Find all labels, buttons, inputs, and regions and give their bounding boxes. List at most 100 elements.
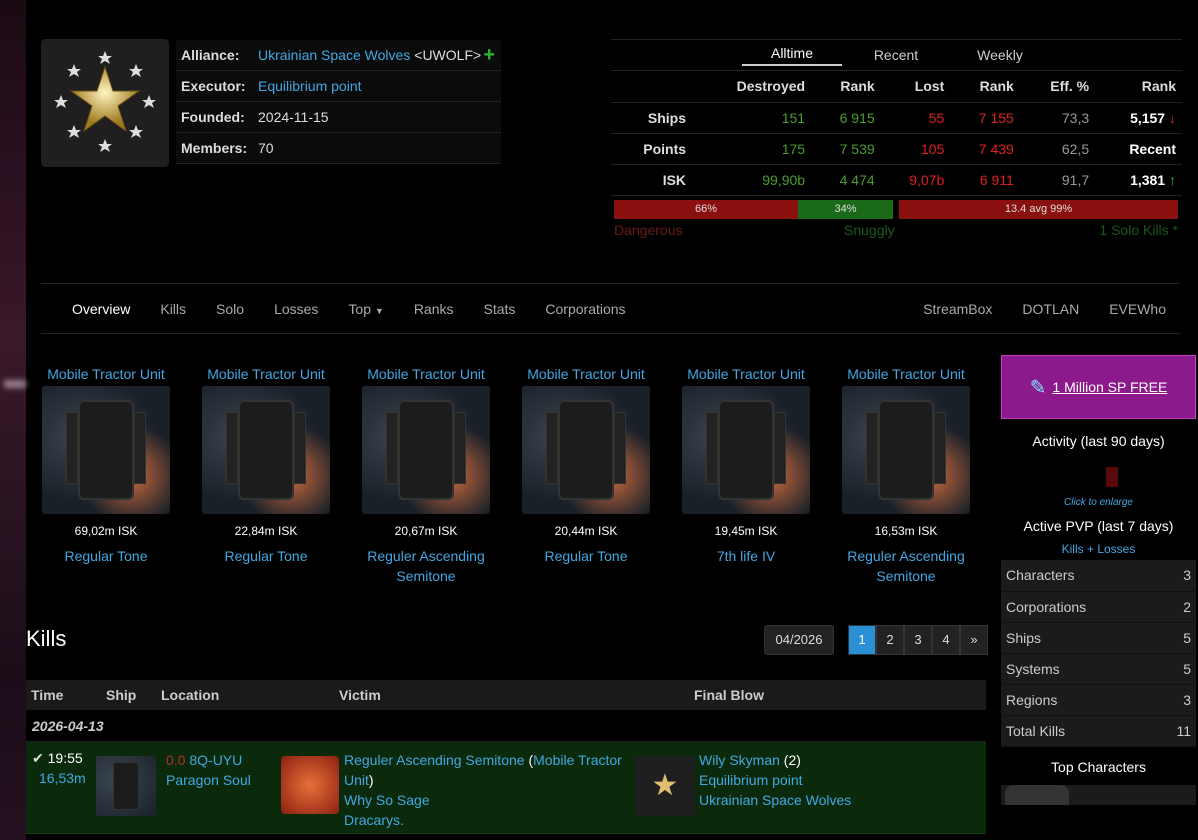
- nav-ranks[interactable]: Ranks: [414, 301, 454, 317]
- tab-alltime[interactable]: Alltime: [742, 45, 842, 66]
- stat-cell: 6 915: [811, 102, 881, 134]
- item-image[interactable]: [682, 386, 810, 514]
- tab-recent[interactable]: Recent: [846, 47, 946, 63]
- item-title[interactable]: Mobile Tractor Unit: [506, 366, 666, 386]
- top-item[interactable]: Mobile Tractor Unit 19,45m ISK 7th life IV: [666, 366, 826, 566]
- enlarge-link[interactable]: Click to enlarge: [1001, 497, 1196, 508]
- pvp-value: 11: [1154, 715, 1196, 747]
- nav-dotlan[interactable]: DOTLAN: [1022, 301, 1079, 317]
- page-1[interactable]: 1: [848, 625, 876, 655]
- item-title[interactable]: Mobile Tractor Unit: [26, 366, 186, 386]
- nav-stats[interactable]: Stats: [484, 301, 516, 317]
- stat-cell: 5,157: [1130, 109, 1166, 126]
- tab-weekly[interactable]: Weekly: [950, 47, 1050, 63]
- victim-link[interactable]: Reguler Ascending Semitone: [344, 752, 525, 768]
- top-item[interactable]: Mobile Tractor Unit 20,44m ISK Regular Ton…: [506, 366, 666, 566]
- pvp-key: Regions: [1001, 684, 1155, 716]
- ship-image[interactable]: [96, 756, 156, 816]
- pvp-value: 5: [1154, 653, 1196, 685]
- finalblow-link[interactable]: Wily Skyman: [699, 752, 780, 768]
- avatar[interactable]: [1005, 784, 1069, 805]
- page-3[interactable]: 3: [904, 625, 932, 655]
- members-value: 70: [258, 140, 274, 156]
- system-link[interactable]: 8Q-UYU: [189, 752, 242, 768]
- alliance-logo-small[interactable]: ★: [635, 756, 695, 816]
- item-pilot[interactable]: Reguler Ascending Semitone: [346, 546, 506, 586]
- promo-link[interactable]: 1 Million SP FREE: [1052, 379, 1167, 395]
- top-item[interactable]: Mobile Tractor Unit 16,53m ISK Reguler Asc…: [826, 366, 986, 586]
- item-pilot[interactable]: 7th life IV: [666, 546, 826, 566]
- kills-losses-label: Kills + Losses: [1061, 542, 1136, 556]
- nav-kills[interactable]: Kills: [160, 301, 186, 317]
- stats-table: Destroyed Rank Lost Rank Eff. % Rank Ships 151…: [611, 71, 1182, 196]
- security-status: 0.0: [166, 752, 186, 768]
- promo-banner[interactable]: ✎ 1 Million SP FREE: [1001, 355, 1196, 419]
- victim-alliance-link[interactable]: Dracarys.: [344, 812, 404, 828]
- nav-streambox[interactable]: StreamBox: [923, 301, 992, 317]
- corp-logo[interactable]: [281, 756, 339, 814]
- top-item[interactable]: Mobile Tractor Unit 22,84m ISK Regular Ton…: [186, 366, 346, 566]
- item-isk: 19,45m ISK: [714, 524, 778, 538]
- item-pilot[interactable]: Reguler Ascending Semitone: [826, 546, 986, 586]
- item-pilot[interactable]: Regular Tone: [506, 546, 666, 566]
- nav-top-label: Top: [348, 300, 371, 317]
- item-isk: 16,53m ISK: [874, 524, 938, 538]
- kill-value[interactable]: 16,53m: [39, 770, 86, 786]
- page-2[interactable]: 2: [876, 625, 904, 655]
- nav-evewho[interactable]: EVEWho: [1109, 301, 1166, 317]
- alliance-info: Alliance: Ukrainian Space Wolves <UWOLF> + …: [176, 40, 501, 164]
- stat-cell: 151: [692, 102, 812, 134]
- top-characters-list: [1001, 784, 1196, 805]
- item-title[interactable]: Mobile Tractor Unit: [666, 366, 826, 386]
- top-item[interactable]: Mobile Tractor Unit 20,67m ISK Reguler Asc…: [346, 366, 506, 586]
- item-image[interactable]: [42, 386, 170, 514]
- stat-cell: 91,7: [1019, 164, 1096, 196]
- nav-solo[interactable]: Solo: [216, 301, 244, 317]
- nav-overview[interactable]: Overview: [72, 301, 130, 317]
- table-row[interactable]: ✔ 19:55 16,53m 0.0 8Q-UYU Paragon Soul Re…: [26, 742, 986, 834]
- alliance-link[interactable]: Ukrainian Space Wolves: [258, 47, 410, 63]
- executor-link[interactable]: Equilibrium point: [258, 78, 362, 94]
- add-icon[interactable]: +: [483, 44, 495, 67]
- item-isk: 22,84m ISK: [234, 524, 298, 538]
- nav-top[interactable]: Top ▼: [348, 301, 383, 317]
- month-select[interactable]: 04/2026: [764, 625, 834, 655]
- stat-cell: 73,3: [1019, 102, 1096, 134]
- page-next[interactable]: »: [960, 625, 988, 655]
- top-item[interactable]: Mobile Tractor Unit 69,02m ISK Regular Ton…: [26, 366, 186, 566]
- region-link[interactable]: Paragon Soul: [166, 772, 251, 788]
- finalblow-alliance-link[interactable]: Ukrainian Space Wolves: [699, 792, 851, 808]
- stat-cell: 7 539: [811, 133, 881, 165]
- item-isk: 20,44m ISK: [554, 524, 618, 538]
- nav-corporations[interactable]: Corporations: [545, 301, 625, 317]
- executor-label: Executor:: [181, 78, 246, 94]
- top-characters-heading: Top Characters: [1051, 758, 1146, 775]
- item-image[interactable]: [202, 386, 330, 514]
- alliance-label: Alliance:: [181, 47, 240, 63]
- item-image[interactable]: [522, 386, 650, 514]
- activity-heatmap[interactable]: [1001, 449, 1196, 497]
- item-pilot[interactable]: Regular Tone: [26, 546, 186, 566]
- item-title[interactable]: Mobile Tractor Unit: [186, 366, 346, 386]
- item-image[interactable]: [362, 386, 490, 514]
- finalblow-corp-link[interactable]: Equilibrium point: [699, 772, 803, 788]
- row-label-points: Points: [611, 133, 693, 165]
- nav-losses[interactable]: Losses: [274, 301, 318, 317]
- col-victim: Victim: [339, 687, 381, 703]
- stat-cell: 7 155: [950, 102, 1020, 134]
- col-time: Time: [31, 687, 64, 703]
- item-title[interactable]: Mobile Tractor Unit: [826, 366, 986, 386]
- finalblow-count: (2): [783, 752, 801, 768]
- item-image[interactable]: [842, 386, 970, 514]
- page-4[interactable]: 4: [932, 625, 960, 655]
- caret-down-icon: ▼: [374, 305, 384, 316]
- stat-cell: 99,90b: [692, 164, 812, 196]
- item-pilot[interactable]: Regular Tone: [186, 546, 346, 566]
- item-title[interactable]: Mobile Tractor Unit: [346, 366, 506, 386]
- solo-label: 1 Solo Kills *: [1099, 222, 1178, 238]
- snuggly-label: Snuggly: [844, 222, 895, 238]
- danger-bars: 66% 34% 13.4 avg 99% Dangerous Snuggly 1…: [614, 200, 1178, 240]
- pvp-heading: Active PVP (last 7 days): [1023, 518, 1174, 534]
- victim-corp-link[interactable]: Why So Sage: [344, 792, 430, 808]
- col-rank3: Rank: [1095, 71, 1182, 103]
